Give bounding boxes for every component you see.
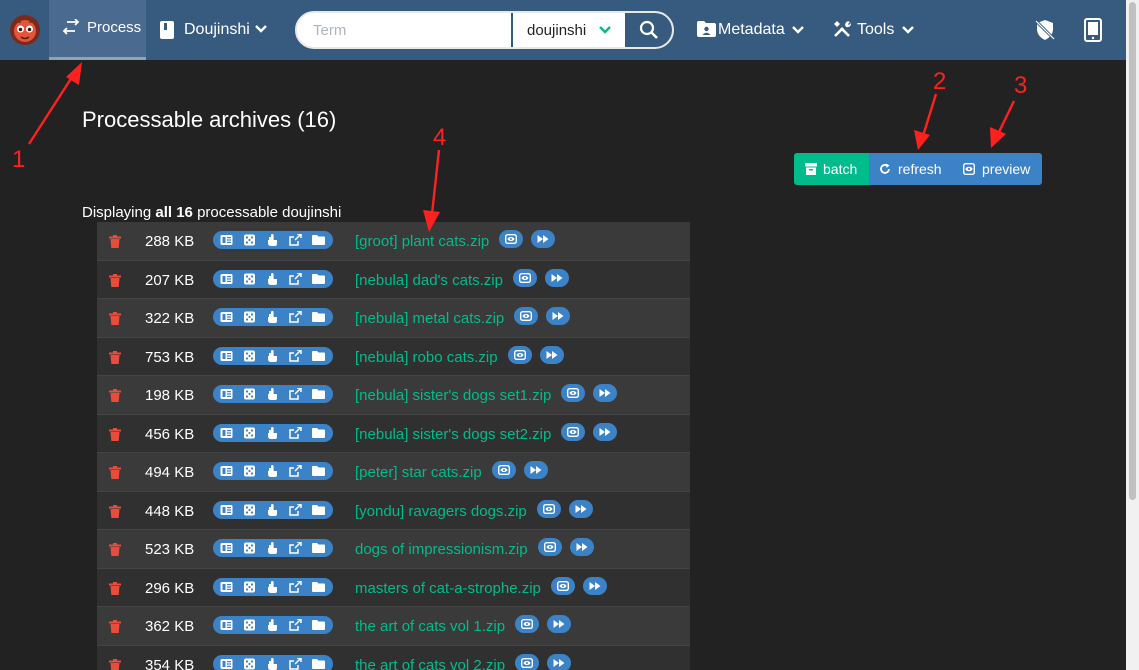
- page-scrollbar[interactable]: [1126, 0, 1139, 670]
- annotation-1: 1: [12, 146, 26, 173]
- annotation-4: 4: [433, 124, 447, 151]
- scrollbar-thumb[interactable]: [1129, 2, 1136, 500]
- annotation-2: 2: [933, 68, 947, 95]
- annotation-3: 3: [1014, 72, 1028, 99]
- annotation-arrows: [27, 62, 1016, 232]
